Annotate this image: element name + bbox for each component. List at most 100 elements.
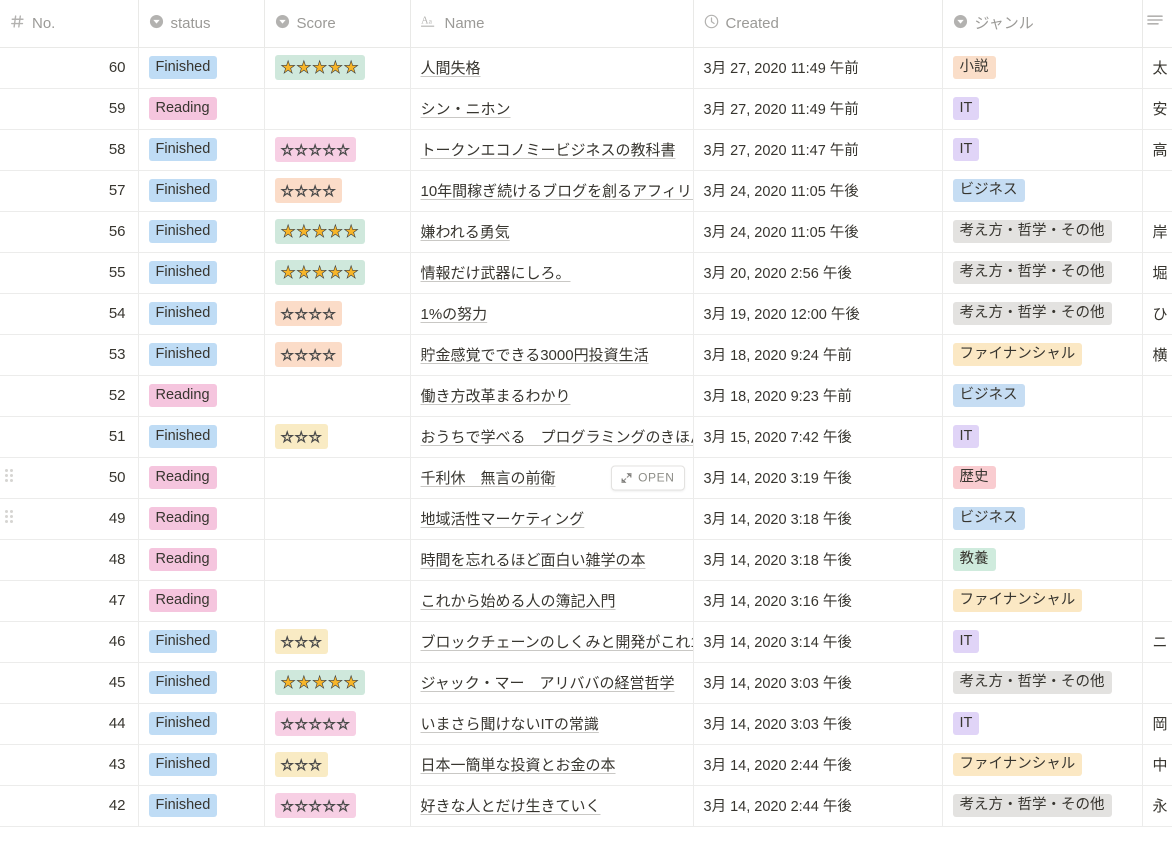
column-header-status[interactable]: status [138,0,265,48]
cell-no[interactable]: 47 [0,580,139,622]
table-row[interactable]: 57Finished☆☆☆☆10年間稼ぎ続けるブログを創るアフィリエイト3月 2… [0,170,1172,212]
cell-created[interactable]: 3月 27, 2020 11:47 午前 [693,129,943,171]
open-page-button[interactable]: OPEN [611,465,685,490]
cell-genre[interactable]: ファイナンシャル [942,580,1143,622]
cell-no[interactable]: 53 [0,334,139,376]
cell-genre[interactable]: 考え方・哲学・その他 [942,785,1143,827]
cell-genre[interactable]: 教養 [942,539,1143,581]
cell-score[interactable] [264,580,411,622]
column-header-name[interactable]: A a Name [410,0,694,48]
table-row[interactable]: 51 Finished ☆☆☆ おうちで学べる プログラミングのきほん 3月 15, 2… [0,416,1172,458]
cell-created[interactable]: 3月 19, 2020 12:00 午後 [693,293,943,335]
cell-author[interactable] [1142,498,1172,540]
table-row[interactable]: 56 Finished ★★★★★ 嫌われる勇気 3月 24, 2020 11:05 午… [0,211,1172,253]
cell-status[interactable]: Finished [138,416,265,458]
page-title-link[interactable]: 千利休 無言の前衛 [421,470,556,487]
column-header-genre[interactable]: ジャンル [942,0,1143,48]
cell-no[interactable]: 57 [0,170,139,212]
page-title-link[interactable]: ジャック・マー アリババの経営哲学 [421,675,675,692]
table-row[interactable]: 47 Reading これから始める人の簿記入門 3月 14, 2020 3:16 午… [0,580,1172,622]
cell-author[interactable] [1142,170,1172,212]
row-drag-handle-icon[interactable] [4,510,14,523]
cell-genre[interactable]: IT [942,621,1143,663]
table-row[interactable]: 50 Reading 千利休 無言の前衛 OPEN 3月 14, 2020 3:19 午… [0,457,1172,499]
cell-genre[interactable]: IT [942,88,1143,130]
column-header-no[interactable]: No. [0,0,139,48]
table-row[interactable]: 42 Finished ☆☆☆☆☆ 好きな人とだけ生きていく 3月 14, 2020 2… [0,785,1172,827]
page-title-link[interactable]: 時間を忘れるほど面白い雑学の本 [421,552,646,569]
page-title-link[interactable]: 地域活性マーケティング [421,511,585,528]
cell-no[interactable]: 55 [0,252,139,294]
cell-author[interactable]: 永 [1142,785,1172,827]
cell-score[interactable] [264,457,411,499]
cell-author[interactable]: 安 [1142,88,1172,130]
cell-status[interactable]: Reading [138,375,265,417]
cell-genre[interactable]: 考え方・哲学・その他 [942,252,1143,294]
cell-no[interactable]: 43 [0,744,139,786]
cell-name[interactable]: トークンエコノミービジネスの教科書 [410,129,694,171]
cell-genre[interactable]: 考え方・哲学・その他 [942,293,1143,335]
cell-author[interactable] [1142,580,1172,622]
cell-created[interactable]: 3月 14, 2020 3:16 午後 [693,580,943,622]
table-row[interactable]: 52 Reading 働き方改革まるわかり 3月 18, 2020 9:23 午前 ビジ… [0,375,1172,417]
table-row[interactable]: 45 Finished ★★★★★ ジャック・マー アリババの経営哲学 3月 14, 2… [0,662,1172,704]
cell-created[interactable]: 3月 14, 2020 3:18 午後 [693,539,943,581]
cell-genre[interactable]: IT [942,703,1143,745]
cell-score[interactable]: ☆☆☆ [264,621,411,663]
cell-status[interactable]: Finished [138,170,265,212]
cell-name[interactable]: 嫌われる勇気 [410,211,694,253]
cell-genre[interactable]: ビジネス [942,170,1143,212]
column-header-author[interactable] [1142,0,1172,48]
cell-created[interactable]: 3月 18, 2020 9:24 午前 [693,334,943,376]
cell-genre[interactable]: ビジネス [942,498,1143,540]
cell-score[interactable] [264,539,411,581]
cell-status[interactable]: Finished [138,785,265,827]
cell-name[interactable]: ジャック・マー アリババの経営哲学 [410,662,694,704]
cell-author[interactable]: 太 [1142,47,1172,89]
cell-created[interactable]: 3月 18, 2020 9:23 午前 [693,375,943,417]
cell-name[interactable]: 時間を忘れるほど面白い雑学の本 [410,539,694,581]
cell-name[interactable]: これから始める人の簿記入門 [410,580,694,622]
cell-created[interactable]: 3月 14, 2020 3:03 午後 [693,703,943,745]
table-row[interactable]: 60 Finished ★★★★★ 人間失格 3月 27, 2020 11:49 午前小… [0,47,1172,89]
cell-genre[interactable]: 考え方・哲学・その他 [942,662,1143,704]
cell-author[interactable]: 高 [1142,129,1172,171]
cell-name[interactable]: 好きな人とだけ生きていく [410,785,694,827]
cell-created[interactable]: 3月 14, 2020 2:44 午後 [693,744,943,786]
cell-no[interactable]: 56 [0,211,139,253]
cell-author[interactable]: 堀 [1142,252,1172,294]
cell-created[interactable]: 3月 20, 2020 2:56 午後 [693,252,943,294]
cell-created[interactable]: 3月 24, 2020 11:05 午後 [693,170,943,212]
cell-score[interactable]: ☆☆☆☆☆ [264,703,411,745]
cell-status[interactable]: Reading [138,457,265,499]
page-title-link[interactable]: 貯金感覚でできる3000円投資生活 [421,347,649,364]
cell-status[interactable]: Reading [138,539,265,581]
cell-genre[interactable]: ファイナンシャル [942,744,1143,786]
cell-status[interactable]: Finished [138,47,265,89]
cell-name[interactable]: ブロックチェーンのしくみと開発がこれ1冊でしっかりわかる教科書 [410,621,694,663]
cell-created[interactable]: 3月 14, 2020 3:14 午後 [693,621,943,663]
cell-score[interactable]: ☆☆☆ [264,744,411,786]
table-row[interactable]: 48 Reading 時間を忘れるほど面白い雑学の本 3月 14, 2020 3:18… [0,539,1172,581]
cell-status[interactable]: Finished [138,703,265,745]
cell-author[interactable]: 岡 [1142,703,1172,745]
cell-status[interactable]: Reading [138,580,265,622]
cell-name[interactable]: 貯金感覚でできる3000円投資生活 [410,334,694,376]
cell-created[interactable]: 3月 14, 2020 3:19 午後 [693,457,943,499]
cell-status[interactable]: Finished [138,293,265,335]
page-title-link[interactable]: これから始める人の簿記入門 [421,593,616,610]
cell-status[interactable]: Finished [138,334,265,376]
table-row[interactable]: 44 Finished ☆☆☆☆☆ いまさら聞けないITの常識 3月 14, 2020 … [0,703,1172,745]
table-row[interactable]: 53 Finished ☆☆☆☆ 貯金感覚でできる3000円投資生活 3月 18, 20… [0,334,1172,376]
cell-author[interactable] [1142,457,1172,499]
cell-status[interactable]: Finished [138,211,265,253]
cell-genre[interactable]: 歴史 [942,457,1143,499]
cell-score[interactable] [264,498,411,540]
cell-no[interactable]: 42 [0,785,139,827]
cell-genre[interactable]: ビジネス [942,375,1143,417]
cell-no[interactable]: 52 [0,375,139,417]
page-title-link[interactable]: シン・ニホン [421,101,511,118]
page-title-link[interactable]: 人間失格 [421,60,481,77]
cell-created[interactable]: 3月 24, 2020 11:05 午後 [693,211,943,253]
cell-author[interactable] [1142,375,1172,417]
